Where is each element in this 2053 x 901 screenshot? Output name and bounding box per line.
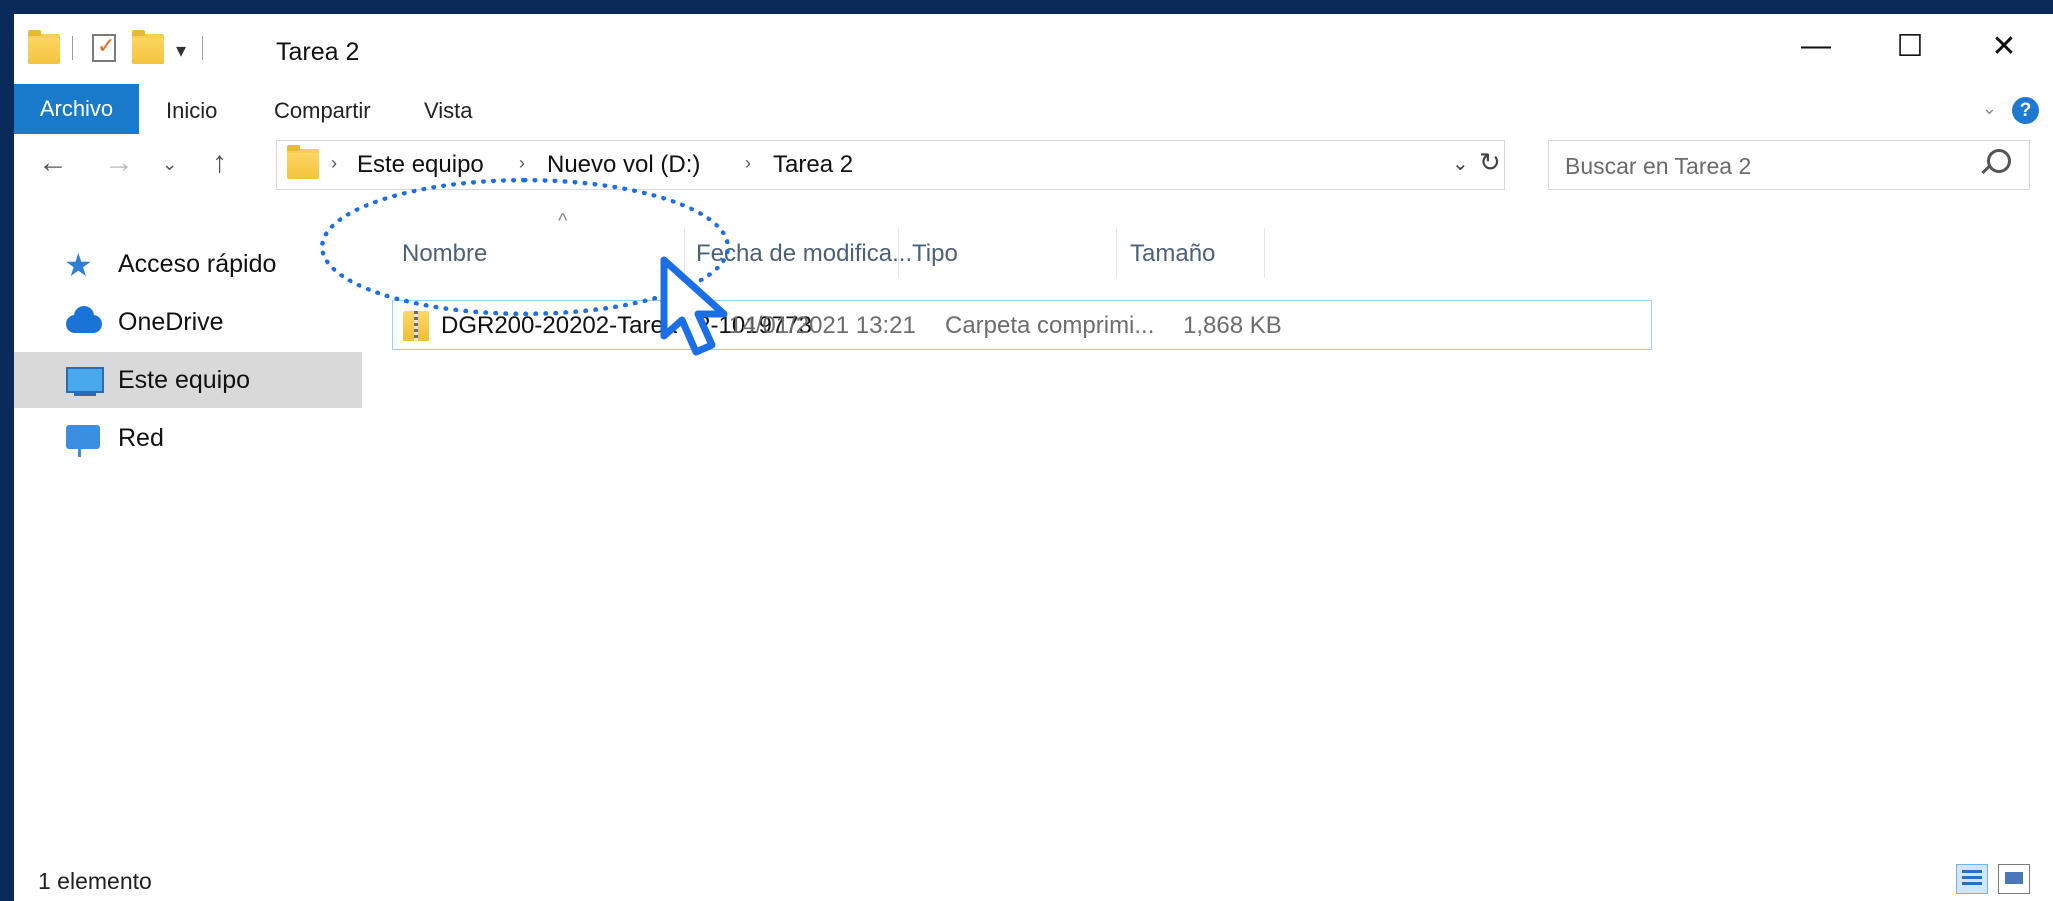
column-divider[interactable] [1116,228,1117,278]
back-arrow-icon[interactable]: ← [38,146,68,180]
column-divider[interactable] [1264,228,1265,278]
column-header-fecha[interactable]: Fecha de modifica... [696,240,912,268]
sidebar-item-label: Red [118,423,164,452]
search-icon[interactable] [1987,149,2011,173]
address-bar[interactable]: › Este equipo › Nuevo vol (D:) › Tarea 2… [276,140,1505,190]
ribbon-tabs: Archivo Inicio Compartir Vista ⌄ ? [14,84,2053,134]
folder-icon [28,30,60,64]
file-row[interactable]: DGR200-20202-Tarea 02-1019773 14/01/2021… [392,300,1652,350]
large-icons-view-icon[interactable] [1998,864,2030,894]
breadcrumb-chevron-icon[interactable]: › [331,153,337,174]
recent-locations-chevron-icon[interactable]: ⌄ [162,154,177,175]
breadcrumb-nuevo-vol[interactable]: Nuevo vol (D:) [547,151,700,179]
properties-icon[interactable] [92,33,116,62]
tab-compartir[interactable]: Compartir [274,98,371,124]
column-header-tipo[interactable]: Tipo [912,240,958,268]
up-arrow-icon[interactable]: ↑ [212,146,227,180]
address-dropdown-icon[interactable]: ⌄ [1452,151,1469,176]
folder-icon [287,145,319,179]
divider [72,36,73,60]
quick-access-dropdown-icon[interactable]: ▾ [176,38,186,63]
divider [202,36,203,60]
item-count: 1 elemento [38,868,152,894]
breadcrumb-chevron-icon[interactable]: › [745,153,751,174]
star-icon: ★ [64,247,93,283]
breadcrumb-este-equipo[interactable]: Este equipo [357,151,484,179]
cloud-icon [66,306,102,333]
tab-archivo[interactable]: Archivo [14,84,139,134]
window-title: Tarea 2 [276,38,360,66]
column-header-nombre[interactable]: Nombre [402,240,487,268]
maximize-button[interactable]: ☐ [1862,14,1958,78]
file-modified: 14/01/2021 13:21 [729,312,916,339]
status-bar: 1 elemento [14,862,2053,901]
tab-inicio[interactable]: Inicio [166,98,217,124]
minimize-button[interactable]: — [1768,14,1864,78]
refresh-icon[interactable]: ↻ [1479,147,1501,178]
column-divider[interactable] [898,228,899,278]
file-explorer-window: ▾ Tarea 2 — ☐ ✕ Archivo Inicio Compartir… [14,14,2053,901]
expand-ribbon-chevron-icon[interactable]: ⌄ [1982,98,1997,119]
help-icon[interactable]: ? [2012,97,2039,124]
file-list: ^ Nombre Fecha de modifica... Tipo Tamañ… [362,204,2053,854]
details-view-icon[interactable] [1956,864,1988,894]
sort-ascending-icon: ^ [558,210,568,232]
file-size: 1,868 KB [1183,312,1282,339]
navigation-pane: ★ Acceso rápido OneDrive Este equipo Red [14,204,362,854]
sidebar-item-acceso-rapido[interactable]: ★ Acceso rápido [14,236,362,292]
breadcrumb-chevron-icon[interactable]: › [519,153,525,174]
breadcrumb-tarea-2[interactable]: Tarea 2 [773,151,853,179]
sidebar-item-red[interactable]: Red [14,410,362,466]
network-icon [66,425,100,457]
sidebar-item-onedrive[interactable]: OneDrive [14,294,362,350]
zip-folder-icon [403,311,429,341]
computer-icon [66,367,104,396]
search-box[interactable] [1548,140,2030,190]
column-divider[interactable] [684,228,685,278]
tab-vista[interactable]: Vista [424,98,473,124]
forward-arrow-icon[interactable]: → [104,146,134,180]
search-input[interactable] [1563,147,1967,185]
close-button[interactable]: ✕ [1956,14,2052,78]
sidebar-item-label: OneDrive [118,307,224,336]
navigation-bar: ← → ⌄ ↑ › Este equipo › Nuevo vol (D:) ›… [14,140,2053,196]
title-bar: ▾ Tarea 2 — ☐ ✕ [14,14,2053,78]
sidebar-item-este-equipo[interactable]: Este equipo [14,352,362,408]
sidebar-item-label: Acceso rápido [118,249,277,278]
column-header-tamano[interactable]: Tamaño [1130,240,1215,268]
sidebar-item-label: Este equipo [118,365,251,394]
new-folder-icon[interactable] [132,30,164,64]
file-type: Carpeta comprimi... [945,312,1155,339]
